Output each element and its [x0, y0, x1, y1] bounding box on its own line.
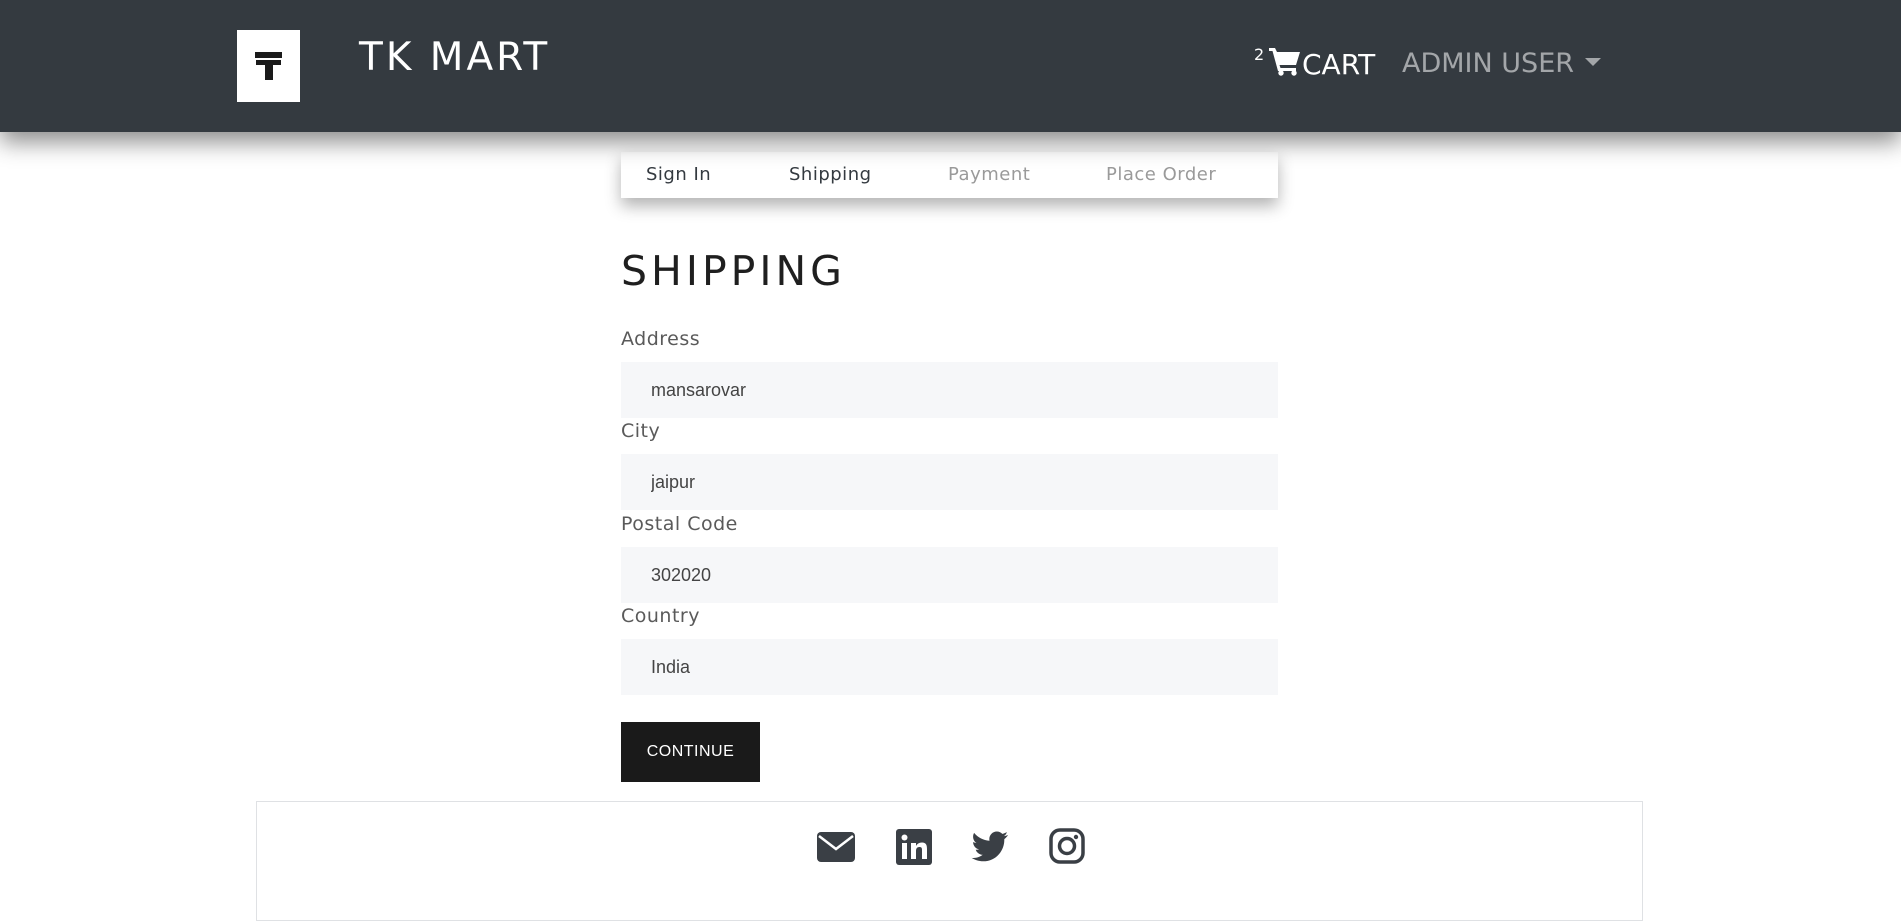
envelope-icon[interactable] — [816, 828, 856, 866]
twitter-icon[interactable] — [970, 828, 1010, 866]
postal-code-label: Postal Code — [621, 513, 738, 535]
shopping-cart-icon — [1269, 48, 1300, 76]
address-label: Address — [621, 328, 701, 350]
navbar: TK MART 2 CART ADMIN USER — [0, 0, 1901, 132]
brand-name[interactable]: TK MART — [359, 34, 550, 82]
postal-code-input[interactable] — [621, 547, 1278, 603]
user-menu-dropdown[interactable]: ADMIN USER — [1402, 48, 1601, 80]
country-input[interactable] — [621, 639, 1278, 695]
user-menu-label: ADMIN USER — [1402, 48, 1575, 79]
linkedin-icon[interactable] — [894, 828, 934, 866]
step-shipping[interactable]: Shipping — [789, 164, 872, 186]
footer — [256, 801, 1643, 921]
caret-down-icon — [1584, 57, 1601, 66]
cart-count-badge: 2 — [1254, 45, 1265, 64]
country-label: Country — [621, 605, 700, 627]
step-payment: Payment — [948, 164, 1031, 185]
step-place-order: Place Order — [1106, 164, 1217, 185]
city-input[interactable] — [621, 454, 1278, 510]
page-title: SHIPPING — [621, 247, 846, 295]
address-input[interactable] — [621, 362, 1278, 418]
cart-label: CART — [1302, 48, 1376, 81]
step-sign-in[interactable]: Sign In — [646, 164, 711, 186]
city-label: City — [621, 420, 661, 442]
instagram-icon[interactable] — [1047, 828, 1087, 866]
checkout-steps: Sign In Shipping Payment Place Order — [621, 152, 1278, 198]
tk-logo-icon — [255, 52, 282, 80]
continue-button[interactable]: CONTINUE — [621, 722, 760, 782]
brand-logo[interactable] — [237, 30, 300, 102]
